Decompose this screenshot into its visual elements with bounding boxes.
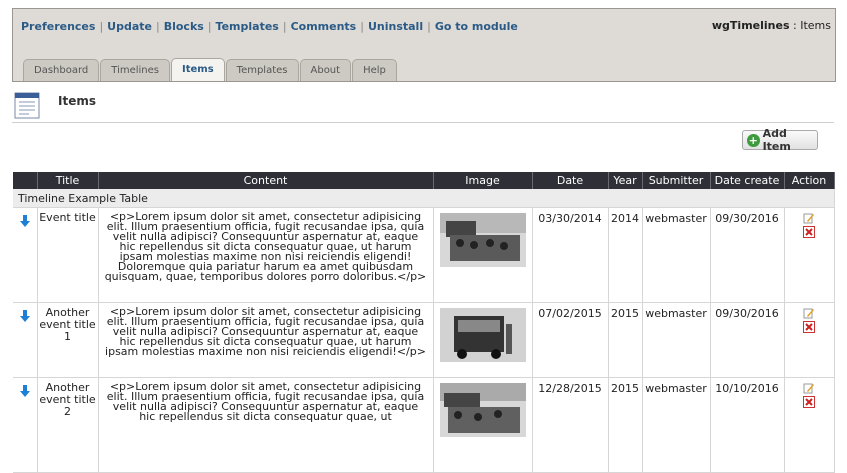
page-title: Items [58,94,96,108]
column-header: Title [37,172,99,189]
edit-icon[interactable] [803,212,815,224]
tab-items[interactable]: Items [171,58,225,81]
item-date-create: 09/30/2016 [710,207,785,303]
column-header [13,172,38,189]
tab-dashboard[interactable]: Dashboard [23,59,100,81]
sort-arrow-icon[interactable] [19,384,31,398]
comments-link[interactable]: Comments [291,20,357,33]
tab-timelines[interactable]: Timelines [100,59,170,81]
go-to-module-link[interactable]: Go to module [435,20,518,33]
edit-icon[interactable] [803,382,815,394]
preferences-link[interactable]: Preferences [21,20,95,33]
table-header: Title Content Image Date Year Submitter … [13,172,835,189]
delete-icon[interactable] [803,321,815,333]
item-year: 2015 [608,377,643,473]
add-item-label: Add Item [762,127,791,153]
templates-link[interactable]: Templates [216,20,279,33]
item-year: 2015 [608,302,643,378]
items-table: Title Content Image Date Year Submitter … [13,172,835,473]
uninstall-link[interactable]: Uninstall [368,20,423,33]
table-row: Another event title 1 <p>Lorem ipsum dol… [13,302,835,378]
add-item-button[interactable]: + Add Item [742,127,818,153]
update-link[interactable]: Update [107,20,152,33]
column-header: Image [433,172,533,189]
item-title: Another event title 1 [37,302,99,378]
title-divider [12,122,834,123]
item-title: Another event title 2 [37,377,99,473]
item-content: <p>Lorem ipsum dolor sit amet, consectet… [98,207,434,303]
column-header: Date [532,172,609,189]
item-year: 2014 [608,207,643,303]
column-header: Date create [710,172,785,189]
delete-icon[interactable] [803,396,815,408]
module-section: : Items [793,19,831,32]
sort-arrow-icon[interactable] [19,214,31,228]
item-content: <p>Lorem ipsum dolor sit amet, consectet… [98,377,434,473]
item-content: <p>Lorem ipsum dolor sit amet, consectet… [98,302,434,378]
item-date: 03/30/2014 [532,207,609,303]
item-date: 07/02/2015 [532,302,609,378]
tab-templates[interactable]: Templates [225,59,299,81]
table-row: Event title <p>Lorem ipsum dolor sit ame… [13,207,835,303]
document-icon [14,92,40,119]
tab-about[interactable]: About [299,59,352,81]
item-title: Event title [37,207,99,303]
table-row: Another event title 2 <p>Lorem ipsum dol… [13,377,835,473]
item-submitter: webmaster [642,207,711,303]
module-name: wgTimelines [711,19,790,32]
item-date: 12/28/2015 [532,377,609,473]
delete-icon[interactable] [803,226,815,238]
item-image [439,213,526,267]
add-icon: + [747,133,760,147]
item-image [439,308,526,362]
module-header: Preferences | Update | Blocks | Templates | Comm… [12,8,836,82]
column-header: Year [608,172,643,189]
module-tabs: Dashboard Timelines Items Templates About Hel… [23,58,398,81]
column-header: Action [784,172,835,189]
column-header: Content [98,172,434,189]
item-date-create: 10/10/2016 [710,377,785,473]
column-header: Submitter [642,172,711,189]
sort-arrow-icon[interactable] [19,309,31,323]
tab-help[interactable]: Help [352,59,397,81]
module-admin-links: Preferences | Update | Blocks | Templates | Comm… [21,20,518,33]
edit-icon[interactable] [803,307,815,319]
item-image [439,383,526,437]
group-row: Timeline Example Table [13,189,835,208]
item-date-create: 09/30/2016 [710,302,785,378]
item-submitter: webmaster [642,377,711,473]
blocks-link[interactable]: Blocks [164,20,204,33]
group-label: Timeline Example Table [13,189,835,208]
item-submitter: webmaster [642,302,711,378]
module-breadcrumb: wgTimelines : Items [712,19,831,32]
